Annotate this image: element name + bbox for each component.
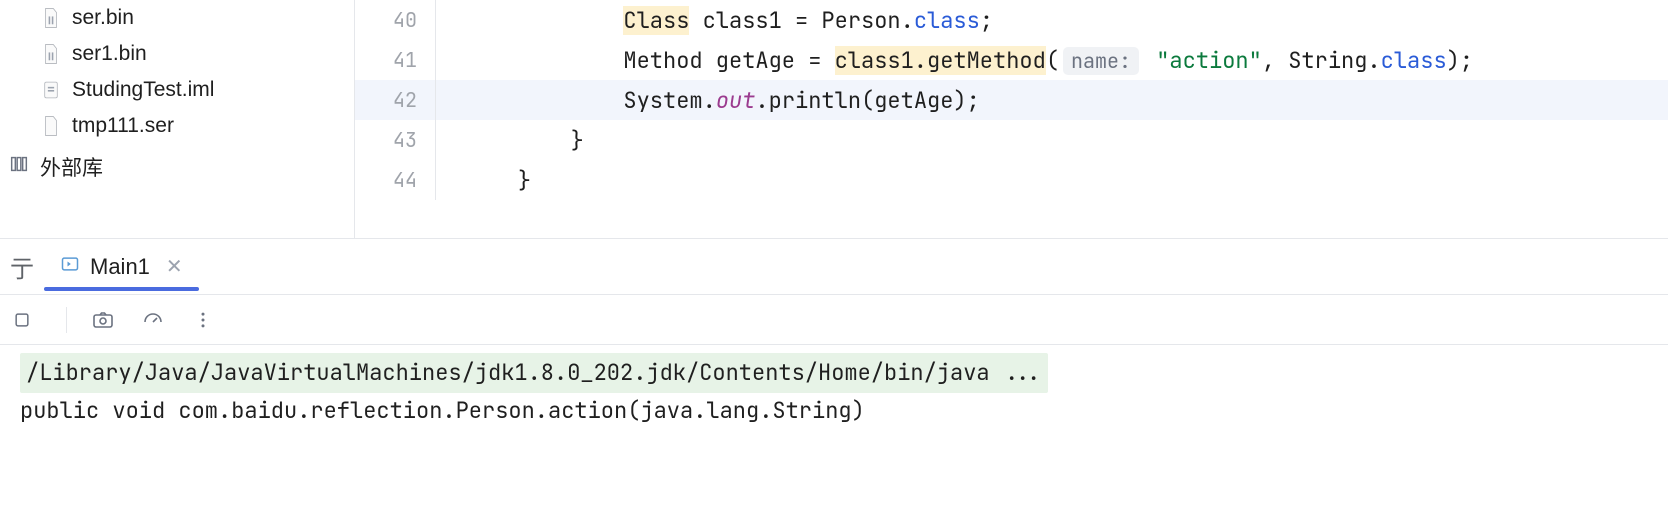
- more-icon[interactable]: [189, 306, 217, 334]
- code-content: System.out.println(getAge);: [465, 86, 980, 115]
- library-icon: [8, 153, 30, 181]
- line-number: 40: [355, 7, 435, 33]
- close-icon[interactable]: ✕: [166, 254, 183, 279]
- file-name-label: tmp111.ser: [72, 114, 174, 138]
- code-line[interactable]: 43 }: [355, 120, 1668, 160]
- run-tabs-bar: 亍 Main1 ✕: [0, 239, 1668, 295]
- code-content: Method getAge = class1.getMethod(name: "…: [465, 46, 1473, 75]
- run-indicator-icon: 亍: [0, 249, 44, 284]
- line-number: 44: [355, 167, 435, 193]
- code-line[interactable]: 44 }: [355, 160, 1668, 200]
- line-number: 42: [355, 87, 435, 113]
- project-tree: ser.bin ser1.bin StudingTest.iml tmp111.ser…: [0, 0, 355, 238]
- file-tree-item[interactable]: ser.bin: [0, 0, 354, 36]
- code-content: }: [465, 126, 584, 155]
- code-content: }: [465, 166, 531, 195]
- stop-button[interactable]: [8, 306, 36, 334]
- binary-file-icon: [40, 43, 62, 65]
- run-tab-main1[interactable]: Main1 ✕: [44, 244, 199, 290]
- profile-icon[interactable]: [139, 306, 167, 334]
- console-command-line: /Library/Java/JavaVirtualMachines/jdk1.8…: [20, 353, 1048, 393]
- file-tree-item[interactable]: tmp111.ser: [0, 108, 354, 144]
- generic-file-icon: [40, 115, 62, 137]
- separator: [66, 307, 67, 333]
- code-line[interactable]: 41 Method getAge = class1.getMethod(name…: [355, 40, 1668, 80]
- console-output-line: public void com.baidu.reflection.Person.…: [20, 393, 1648, 429]
- run-toolbar: [0, 295, 1668, 345]
- run-tool-window: 亍 Main1 ✕ /Library/Java/JavaVirtualMachi…: [0, 238, 1668, 518]
- iml-file-icon: [40, 79, 62, 101]
- line-number: 43: [355, 127, 435, 153]
- code-line[interactable]: 40 Class class1 = Person.class;: [355, 0, 1668, 40]
- file-name-label: ser.bin: [72, 6, 134, 30]
- file-name-label: ser1.bin: [72, 42, 147, 66]
- external-libraries-label: 外部库: [40, 152, 103, 182]
- external-libraries-node[interactable]: 外部库: [0, 144, 354, 190]
- run-config-icon: [60, 254, 80, 280]
- code-content: Class class1 = Person.class;: [465, 6, 993, 35]
- file-tree-item[interactable]: ser1.bin: [0, 36, 354, 72]
- code-line[interactable]: 42 System.out.println(getAge);: [355, 80, 1668, 120]
- console-output[interactable]: /Library/Java/JavaVirtualMachines/jdk1.8…: [0, 345, 1668, 437]
- file-tree-item[interactable]: StudingTest.iml: [0, 72, 354, 108]
- binary-file-icon: [40, 7, 62, 29]
- line-number: 41: [355, 47, 435, 73]
- code-editor[interactable]: 40 Class class1 = Person.class;41 Method…: [355, 0, 1668, 238]
- run-tab-label: Main1: [90, 254, 150, 280]
- screenshot-icon[interactable]: [89, 306, 117, 334]
- file-name-label: StudingTest.iml: [72, 78, 214, 102]
